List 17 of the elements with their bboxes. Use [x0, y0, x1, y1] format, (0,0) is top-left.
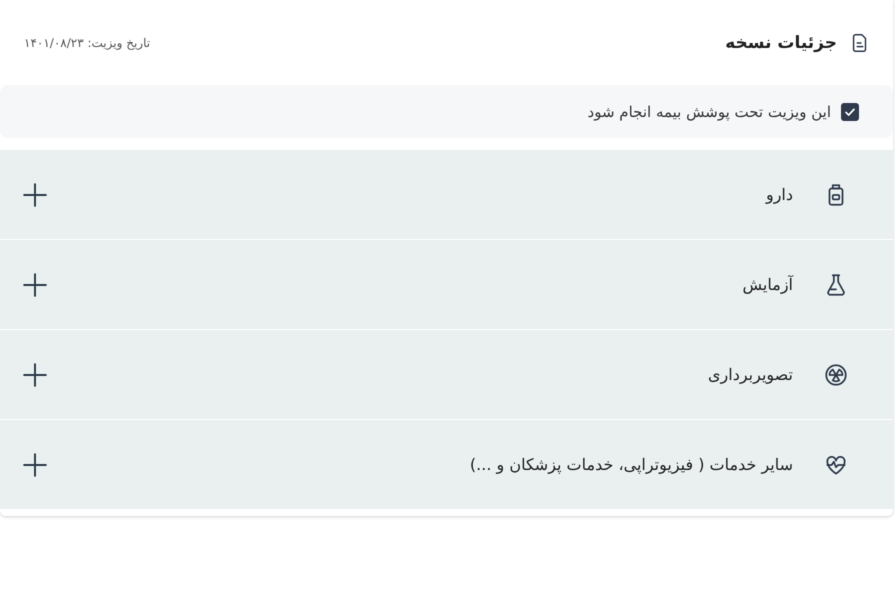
radiation-icon [823, 362, 849, 388]
add-button[interactable] [22, 272, 48, 298]
add-button[interactable] [22, 362, 48, 388]
section-row[interactable]: تصویربرداری [0, 330, 893, 420]
insurance-checkbox[interactable] [841, 102, 859, 120]
add-button[interactable] [22, 452, 48, 478]
panel-title: جزئیات نسخه [725, 32, 837, 52]
section-row[interactable]: آزمایش [0, 240, 893, 330]
add-button[interactable] [22, 182, 48, 208]
section-label: سایر خدمات ( فیزیوتراپی، خدمات پزشکان و ...) [468, 455, 793, 474]
section-row[interactable]: دارو [0, 150, 893, 240]
section-row[interactable]: سایر خدمات ( فیزیوتراپی، خدمات پزشکان و ...) [0, 420, 893, 510]
visit-date: تاریخ ویزیت: ۱۴۰۱/۰۸/۲۳ [24, 36, 150, 50]
section-label: تصویربرداری [707, 365, 793, 384]
insurance-label: این ویزیت تحت پوشش بیمه انجام شود [588, 102, 831, 120]
section-label: دارو [764, 185, 793, 204]
section-label: آزمایش [742, 275, 793, 294]
